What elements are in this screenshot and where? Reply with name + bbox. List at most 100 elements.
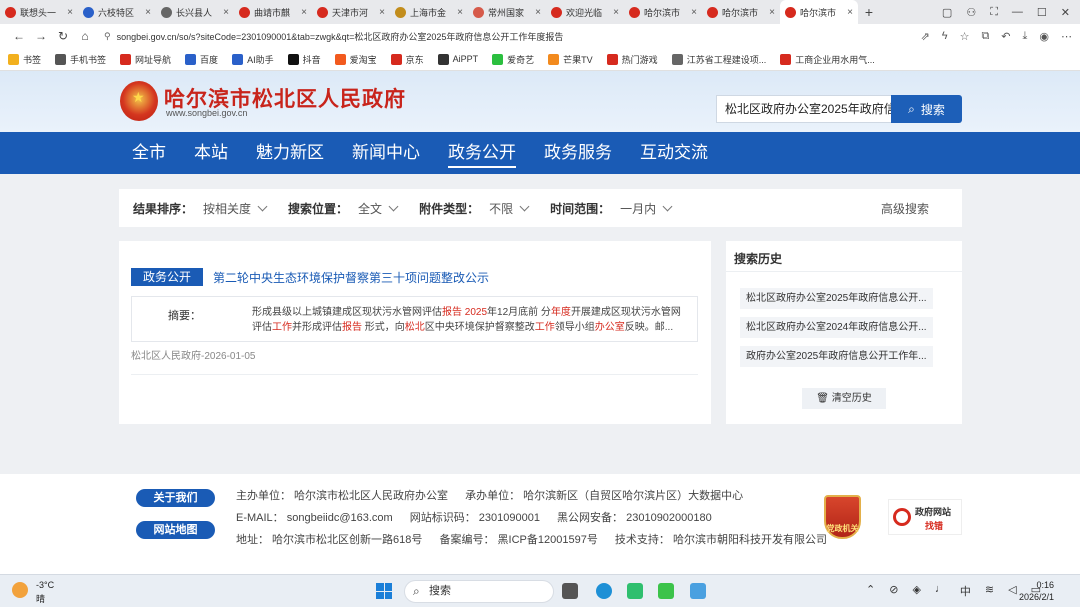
close-tab-icon[interactable]: × <box>613 7 619 18</box>
bookmark-item[interactable]: 抖音 <box>287 53 321 66</box>
browser-tab[interactable]: 长兴县人 × <box>156 0 234 24</box>
site-search-button[interactable]: ⌕ 搜索 <box>891 95 962 123</box>
sort-filter[interactable]: 结果排序： 按相关度 <box>133 200 268 217</box>
location-icon[interactable]: ◈ <box>912 583 920 599</box>
start-button[interactable] <box>376 583 392 599</box>
time-value[interactable]: 一月内 <box>620 200 656 217</box>
time-filter[interactable]: 时间范围： 一月内 <box>550 200 673 217</box>
site-search-input[interactable]: 松北区政府办公室2025年政府信 <box>716 95 892 123</box>
bookmark-item[interactable]: 江苏省工程建设项... <box>671 53 766 66</box>
microphone-icon[interactable]: ♩ <box>935 583 946 599</box>
main-nav-item[interactable]: 新闻中心 <box>352 132 420 174</box>
close-tab-icon[interactable]: × <box>457 7 463 18</box>
close-tab-icon[interactable]: × <box>769 7 775 18</box>
share-icon[interactable]: ⇗ <box>921 30 930 43</box>
forward-icon[interactable]: → <box>30 29 52 43</box>
bookmark-item[interactable]: 网址导航 <box>120 53 171 66</box>
main-nav-item[interactable]: 政务公开 <box>448 132 516 174</box>
profile-icon[interactable]: ⚇ <box>966 6 976 19</box>
browser-tab[interactable]: 哈尔滨市 × <box>624 0 702 24</box>
close-tab-icon[interactable]: × <box>847 7 853 18</box>
bookmark-item[interactable]: 百度 <box>185 53 218 66</box>
close-tab-icon[interactable]: × <box>145 7 151 18</box>
bookmark-item[interactable]: 爱淘宝 <box>334 53 377 66</box>
account-icon[interactable]: ◉ <box>1039 30 1049 43</box>
chevron-down-icon[interactable] <box>257 201 268 211</box>
new-tab-button[interactable]: + <box>858 4 880 20</box>
home-icon[interactable]: ⌂ <box>74 29 96 43</box>
close-window-icon[interactable]: ✕ <box>1061 6 1070 19</box>
browser-tab[interactable]: 哈尔滨市 × <box>780 0 858 24</box>
network-off-icon[interactable]: ⊘ <box>889 583 898 599</box>
bookmark-item[interactable]: 芒果TV <box>548 53 593 66</box>
bookmark-item[interactable]: 工商企业用水用气... <box>780 53 875 66</box>
browser-tab[interactable]: 曲靖市麒 × <box>234 0 312 24</box>
close-tab-icon[interactable]: × <box>691 7 697 18</box>
browser-tab[interactable]: 欢迎光临 × <box>546 0 624 24</box>
position-value[interactable]: 全文 <box>358 200 382 217</box>
ime-indicator[interactable]: 中 <box>960 583 971 599</box>
main-nav-item[interactable]: 全市 <box>132 132 166 174</box>
bookmark-item[interactable]: AI助手 <box>232 53 274 66</box>
browser-tab[interactable]: 六枝特区 × <box>78 0 156 24</box>
tab-search-icon[interactable]: ▢ <box>942 6 952 19</box>
close-tab-icon[interactable]: × <box>67 7 73 18</box>
star-icon[interactable]: ☆ <box>960 30 970 43</box>
party-government-badge[interactable]: 党政机关 <box>824 495 861 539</box>
maximize-icon[interactable]: ☐ <box>1037 6 1047 19</box>
menu-icon[interactable]: ⋯ <box>1061 30 1072 43</box>
wifi-icon[interactable]: ≋ <box>985 583 994 599</box>
main-nav-item[interactable]: 政务服务 <box>544 132 612 174</box>
bookmark-item[interactable]: 爱奇艺 <box>492 53 534 66</box>
position-filter[interactable]: 搜索位置： 全文 <box>288 200 399 217</box>
url-field[interactable]: ⚲ songbei.gov.cn/so/s?siteCode=230109000… <box>104 27 913 45</box>
bookmark-item[interactable]: 手机书签 <box>55 53 106 66</box>
sort-value[interactable]: 按相关度 <box>203 200 251 217</box>
history-item[interactable]: 松北区政府办公室2024年政府信息公开... <box>740 317 933 338</box>
result-title-link[interactable]: 第二轮中央生态环境保护督察第三十项问题整改公示 <box>213 269 489 286</box>
reload-icon[interactable]: ↻ <box>52 29 74 43</box>
chevron-down-icon[interactable] <box>662 201 673 211</box>
bookmark-item[interactable]: 京东 <box>390 53 424 66</box>
advanced-search-link[interactable]: 高级搜索 <box>881 200 929 217</box>
taskbar-search[interactable]: 搜索 <box>404 580 554 603</box>
attachment-filter[interactable]: 附件类型： 不限 <box>419 200 530 217</box>
back-icon[interactable]: ← <box>8 29 30 43</box>
clear-history-button[interactable]: 🗑 清空历史 <box>802 388 886 409</box>
browser-tab[interactable]: 天津市河 × <box>312 0 390 24</box>
browser-tab[interactable]: 常州国家 × <box>468 0 546 24</box>
minimize-icon[interactable]: — <box>1012 6 1023 19</box>
extensions-icon[interactable]: ⧉ <box>981 30 989 43</box>
main-nav-item[interactable]: 魅力新区 <box>256 132 324 174</box>
main-nav-item[interactable]: 本站 <box>194 132 228 174</box>
chevron-down-icon[interactable] <box>519 201 530 211</box>
browser-tab[interactable]: 上海市金 × <box>390 0 468 24</box>
terminal-app-icon[interactable] <box>627 583 643 599</box>
translate-icon[interactable]: ⛶ <box>990 6 998 19</box>
main-nav-item[interactable]: 互动交流 <box>640 132 708 174</box>
download-icon[interactable]: ⤓ <box>1023 30 1028 43</box>
history-item[interactable]: 政府办公室2025年政府信息公开工作年... <box>740 346 933 367</box>
undo-icon[interactable]: ↶ <box>1001 30 1010 43</box>
chevron-down-icon[interactable] <box>388 201 399 211</box>
close-tab-icon[interactable]: × <box>223 7 229 18</box>
task-view-icon[interactable] <box>562 583 578 599</box>
browser-app-icon[interactable] <box>596 583 612 599</box>
sitemap-button[interactable]: 网站地图 <box>136 521 215 539</box>
result-category-tag[interactable]: 政务公开 <box>131 268 204 286</box>
browser-tab[interactable]: 联想头一 × <box>0 0 78 24</box>
clock[interactable]: 0:16 2026/2/1 <box>1016 579 1054 603</box>
lightning-icon[interactable]: ϟ <box>942 30 948 43</box>
bookmark-item[interactable]: 书签 <box>8 53 41 66</box>
browser-tab[interactable]: 哈尔滨市 × <box>702 0 780 24</box>
close-tab-icon[interactable]: × <box>379 7 385 18</box>
history-item[interactable]: 松北区政府办公室2025年政府信息公开... <box>740 288 933 309</box>
about-us-button[interactable]: 关于我们 <box>136 489 215 507</box>
bookmark-item[interactable]: 热门游戏 <box>606 53 658 66</box>
close-tab-icon[interactable]: × <box>301 7 307 18</box>
close-tab-icon[interactable]: × <box>535 7 541 18</box>
site-info-icon[interactable]: ⚲ <box>104 31 111 42</box>
wechat-app-icon[interactable] <box>658 583 674 599</box>
tool-app-icon[interactable] <box>690 583 706 599</box>
chevron-up-icon[interactable]: ⌃ <box>866 583 875 599</box>
